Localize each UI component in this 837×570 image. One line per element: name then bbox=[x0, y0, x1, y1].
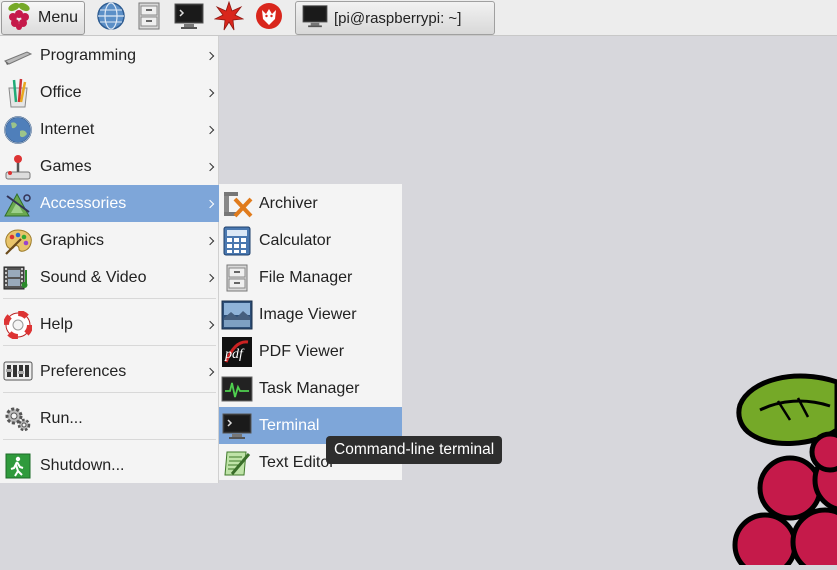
accessories-icon bbox=[3, 189, 33, 219]
mathematica-star-icon bbox=[213, 0, 245, 36]
text-editor-icon bbox=[221, 447, 253, 479]
main-menu: Programming Office Internet Games Access… bbox=[0, 36, 219, 483]
launcher-file-manager[interactable] bbox=[132, 1, 166, 35]
palette-icon bbox=[3, 226, 33, 256]
taskbar: Menu [pi@raspberrypi: ~] bbox=[0, 0, 837, 36]
launcher-mathematica[interactable] bbox=[212, 0, 246, 36]
wolfram-icon bbox=[254, 1, 284, 36]
raspberry-logo-icon bbox=[6, 2, 32, 35]
menu-separator bbox=[3, 345, 216, 346]
menu-button-label: Menu bbox=[38, 9, 79, 26]
menu-item-office[interactable]: Office bbox=[0, 74, 219, 111]
menu-item-graphics[interactable]: Graphics bbox=[0, 222, 219, 259]
terminal-icon bbox=[174, 2, 204, 35]
task-manager-icon bbox=[221, 373, 253, 405]
submenu-item-calculator[interactable]: Calculator bbox=[219, 222, 402, 259]
chevron-right-icon bbox=[205, 367, 215, 376]
archiver-icon bbox=[221, 188, 253, 220]
file-cabinet-icon bbox=[221, 262, 253, 294]
lifebuoy-icon bbox=[3, 310, 33, 340]
exit-icon bbox=[3, 451, 33, 481]
submenu-item-archiver[interactable]: Archiver bbox=[219, 185, 402, 222]
image-icon bbox=[221, 299, 253, 331]
launcher-browser[interactable] bbox=[94, 1, 128, 35]
menu-button[interactable]: Menu bbox=[1, 1, 85, 35]
chevron-right-icon bbox=[205, 88, 215, 97]
chevron-right-icon bbox=[205, 236, 215, 245]
chevron-right-icon bbox=[205, 162, 215, 171]
submenu-item-file-manager[interactable]: File Manager bbox=[219, 259, 402, 296]
film-icon bbox=[3, 263, 33, 293]
raspberry-wallpaper-logo bbox=[720, 370, 837, 570]
terminal-icon bbox=[302, 4, 328, 33]
tooltip: Command-line terminal bbox=[326, 436, 503, 464]
gears-icon bbox=[3, 404, 33, 434]
menu-separator bbox=[3, 439, 216, 440]
preferences-icon bbox=[3, 357, 33, 387]
calculator-icon bbox=[221, 225, 253, 257]
menu-item-help[interactable]: Help bbox=[0, 306, 219, 343]
launcher-terminal[interactable] bbox=[172, 1, 206, 35]
pdf-icon: pdf bbox=[221, 336, 253, 368]
menu-item-internet[interactable]: Internet bbox=[0, 111, 219, 148]
menu-separator bbox=[3, 392, 216, 393]
terminal-icon bbox=[221, 410, 253, 442]
launcher-wolfram[interactable] bbox=[252, 1, 286, 35]
submenu-item-pdf-viewer[interactable]: pdf PDF Viewer bbox=[219, 333, 402, 370]
taskbar-window-label: [pi@raspberrypi: ~] bbox=[334, 9, 462, 27]
submenu-item-image-viewer[interactable]: Image Viewer bbox=[219, 296, 402, 333]
menu-item-games[interactable]: Games bbox=[0, 148, 219, 185]
submenu-item-task-manager[interactable]: Task Manager bbox=[219, 370, 402, 407]
menu-item-accessories[interactable]: Accessories bbox=[0, 185, 219, 222]
programming-icon bbox=[3, 41, 33, 71]
joystick-icon bbox=[3, 152, 33, 182]
file-cabinet-icon bbox=[137, 2, 161, 35]
menu-item-preferences[interactable]: Preferences bbox=[0, 353, 219, 390]
menu-item-programming[interactable]: Programming bbox=[0, 37, 219, 74]
chevron-right-icon bbox=[205, 125, 215, 134]
chevron-right-icon bbox=[205, 51, 215, 60]
globe-icon bbox=[96, 1, 126, 36]
office-icon bbox=[3, 78, 33, 108]
chevron-right-icon bbox=[205, 320, 215, 329]
taskbar-window-terminal[interactable]: [pi@raspberrypi: ~] bbox=[295, 1, 495, 35]
menu-item-shutdown[interactable]: Shutdown... bbox=[0, 447, 219, 484]
menu-item-sound-video[interactable]: Sound & Video bbox=[0, 259, 219, 296]
chevron-right-icon bbox=[205, 199, 215, 208]
menu-separator bbox=[3, 298, 216, 299]
menu-item-run[interactable]: Run... bbox=[0, 400, 219, 437]
globe-icon bbox=[3, 115, 33, 145]
svg-text:pdf: pdf bbox=[224, 347, 245, 362]
chevron-right-icon bbox=[205, 273, 215, 282]
